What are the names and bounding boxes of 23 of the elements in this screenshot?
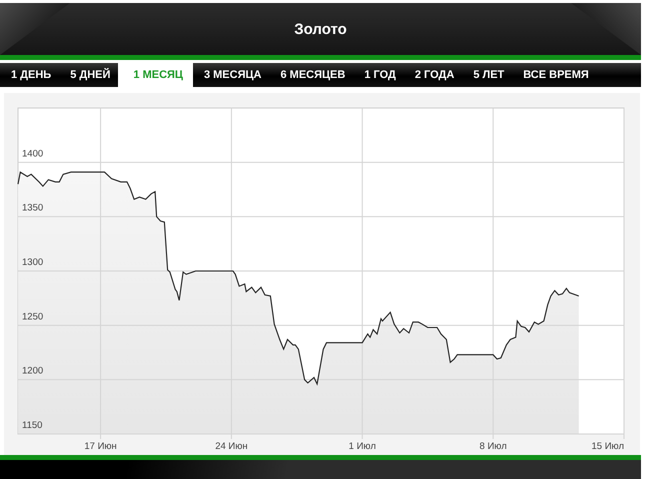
period-tab[interactable]: ВСЕ ВРЕМЯ	[512, 63, 597, 87]
bevel-corner-drawing	[0, 3, 70, 55]
y-axis-label: 1350	[22, 202, 44, 214]
period-tab[interactable]: 5 ДНЕЙ	[59, 63, 118, 87]
period-tab[interactable]: 1 ГОД	[353, 63, 404, 87]
bevel-corner-drawing	[571, 3, 641, 55]
period-tab[interactable]: 5 ЛЕТ	[462, 63, 512, 87]
window-title: Золото	[294, 20, 347, 38]
y-axis-label: 1300	[22, 257, 44, 268]
x-axis-label: 15 Июл	[592, 441, 624, 452]
y-axis-label: 1200	[22, 366, 44, 377]
y-axis-label: 1250	[22, 311, 44, 322]
period-tab[interactable]: 3 МЕСЯЦА	[192, 63, 270, 87]
period-tab[interactable]: 6 МЕСЯЦЕВ	[269, 63, 354, 87]
y-axis-label: 1400	[22, 148, 44, 160]
period-tab[interactable]: 1 МЕСЯЦ	[118, 63, 193, 87]
x-axis-label: 24 Июн	[215, 441, 248, 452]
x-axis-label: 17 Июн	[84, 441, 117, 452]
period-tab[interactable]: 1 ДЕНЬ	[0, 63, 60, 87]
x-axis-label: 8 Июл	[480, 441, 507, 452]
x-axis-label: 1 Июл	[348, 441, 376, 452]
y-axis-label: 1150	[22, 420, 42, 431]
period-tab[interactable]: 2 ГОДА	[404, 63, 462, 87]
